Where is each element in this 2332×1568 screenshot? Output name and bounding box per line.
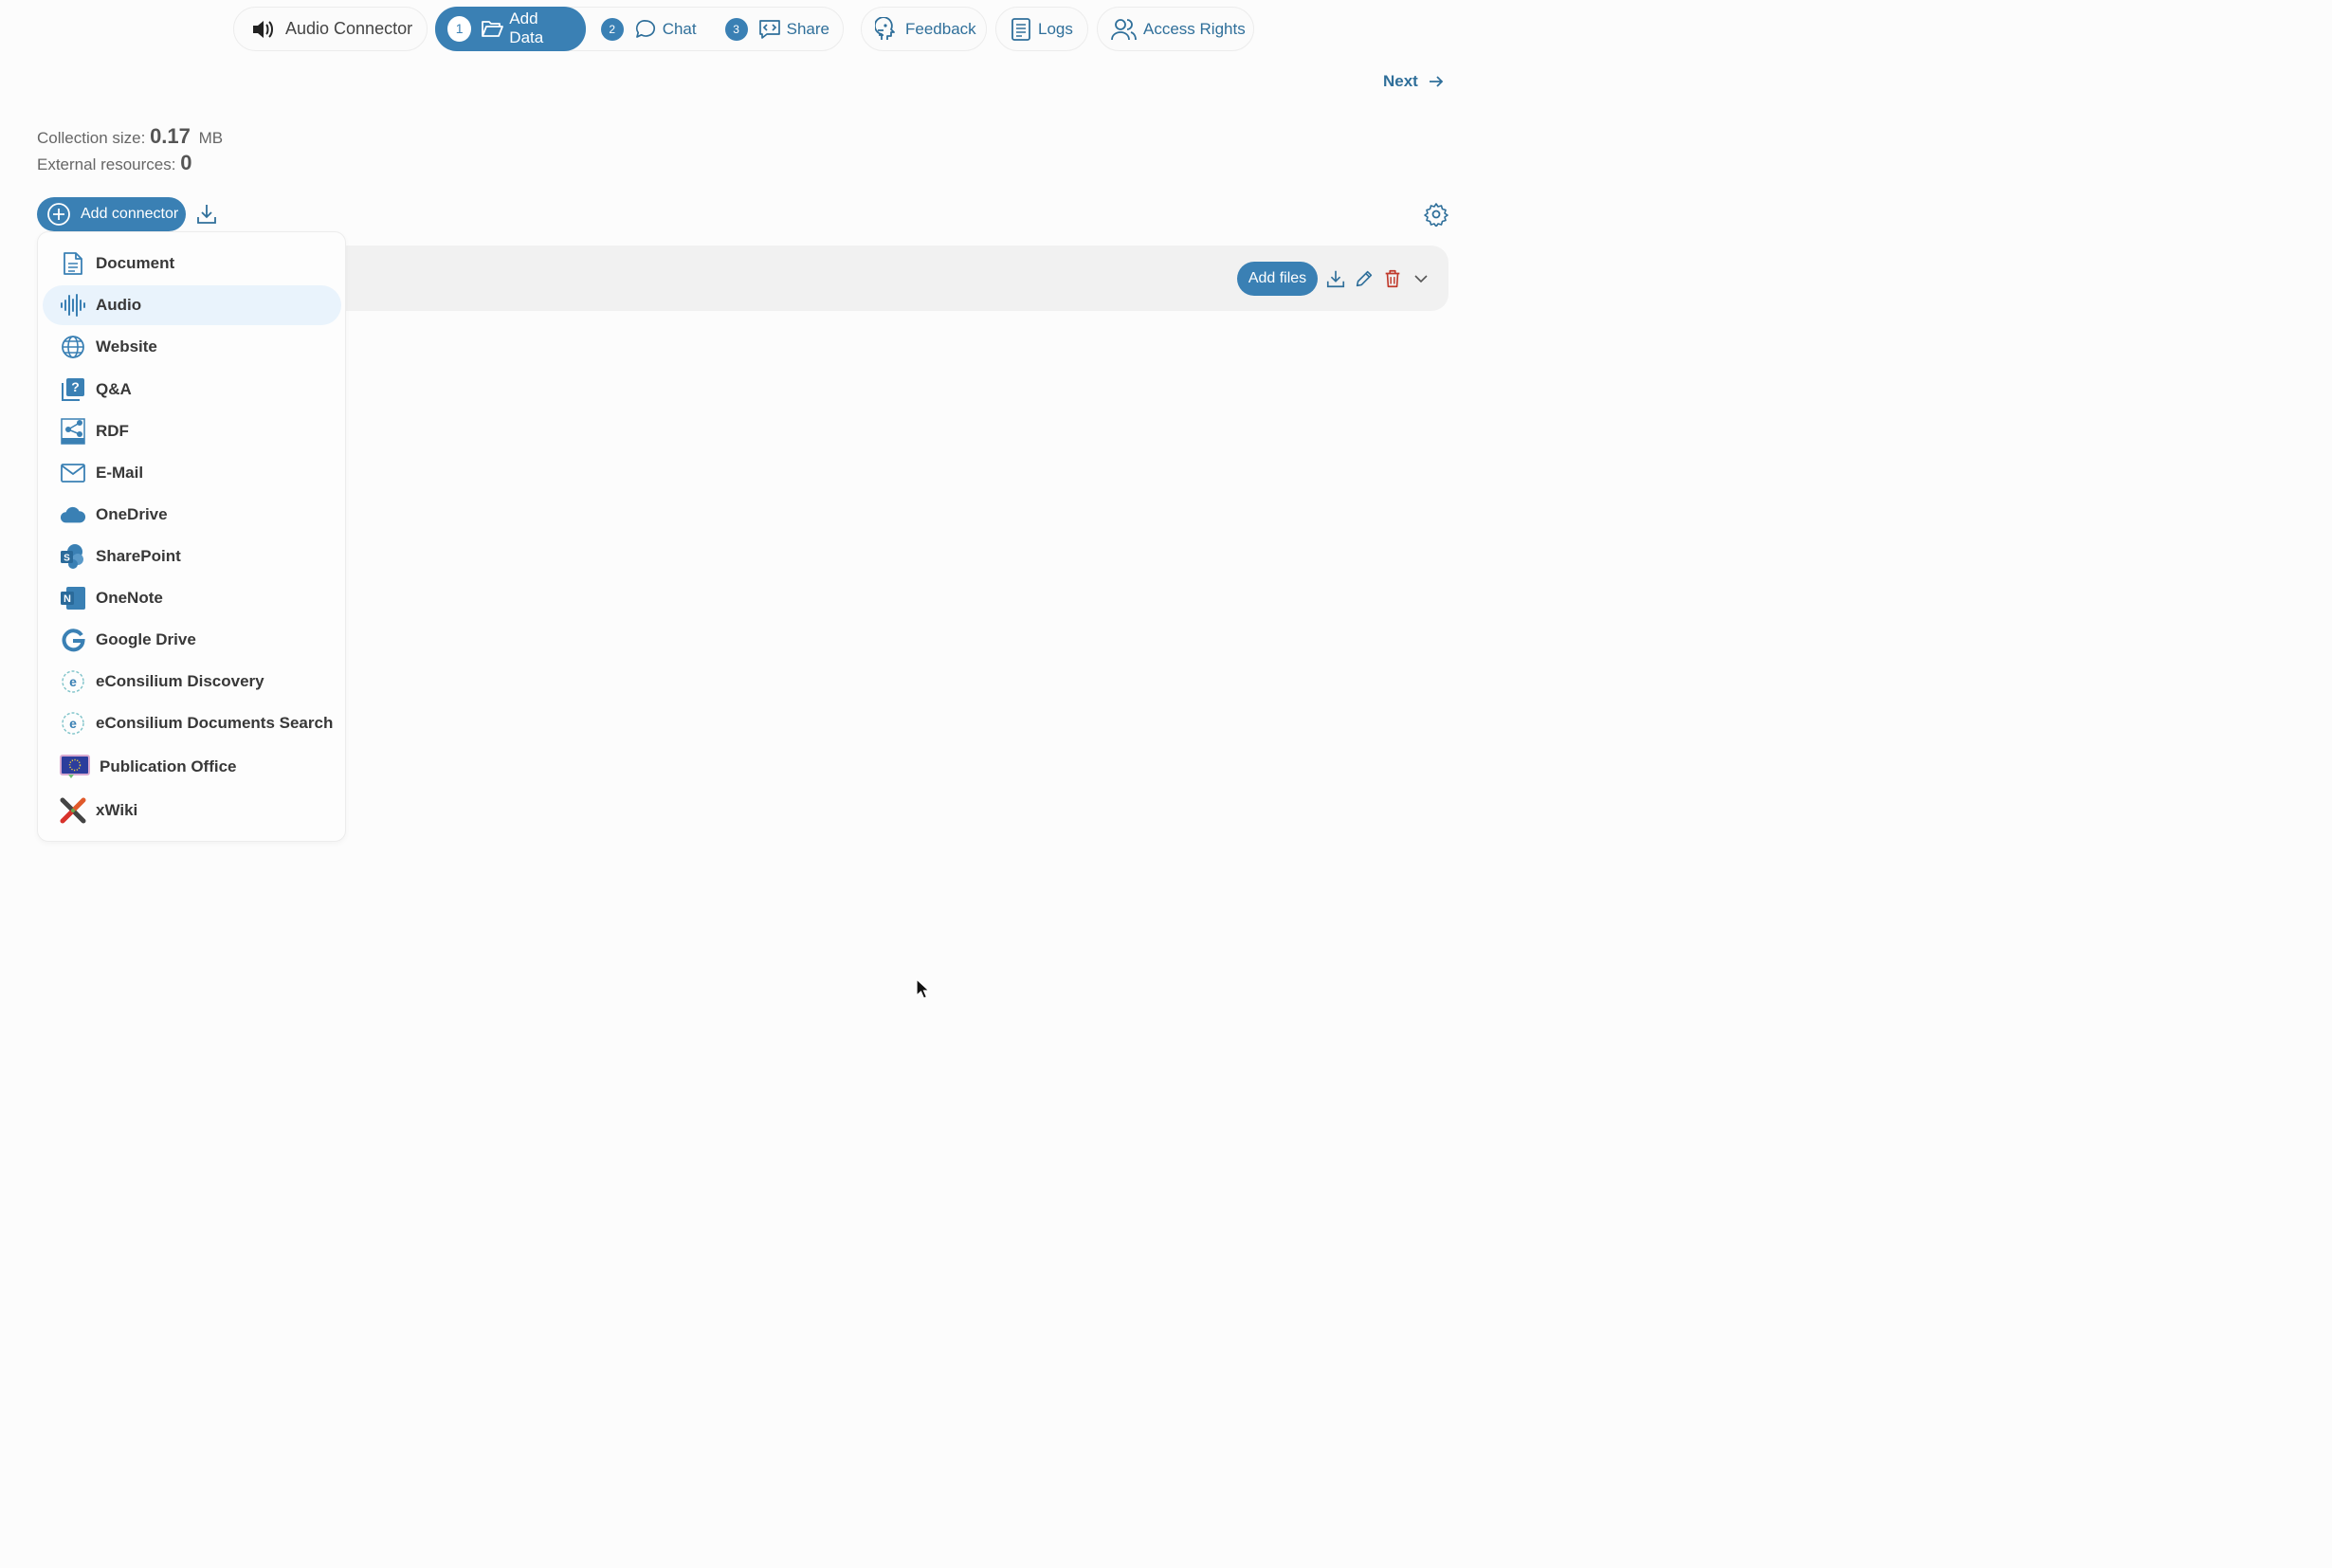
feedback-icon <box>875 16 900 42</box>
download-icon[interactable] <box>1325 268 1346 289</box>
menu-item-publication-office[interactable]: Publication Office <box>43 747 341 787</box>
access-rights-button[interactable]: Access Rights <box>1097 7 1254 51</box>
menu-item-label: Q&A <box>96 380 132 398</box>
menu-item-rdf[interactable]: RDF <box>43 411 341 451</box>
step-share[interactable]: 3 Share <box>712 8 843 50</box>
menu-item-google-drive[interactable]: Google Drive <box>43 620 341 660</box>
plus-circle-icon <box>46 202 71 227</box>
add-connector-button[interactable]: Add connector <box>37 197 186 231</box>
step-add-data[interactable]: 1 Add Data <box>435 6 586 51</box>
delete-trash-icon[interactable] <box>1382 268 1403 289</box>
next-link[interactable]: Next <box>1383 72 1445 91</box>
chevron-down-icon[interactable] <box>1412 268 1430 289</box>
audio-waveform-icon <box>60 292 86 319</box>
external-resources-value: 0 <box>180 151 192 174</box>
svg-text:?: ? <box>71 379 80 394</box>
external-resources-label: External resources: <box>37 155 176 173</box>
add-files-button[interactable]: Add files <box>1237 262 1318 296</box>
svg-text:N: N <box>64 593 71 605</box>
menu-item-label: Document <box>96 254 175 272</box>
code-share-icon <box>758 19 781 40</box>
onenote-icon: N <box>60 585 86 611</box>
arrow-right-icon <box>1428 74 1445 89</box>
menu-item-xwiki[interactable]: xWiki <box>43 791 341 830</box>
folder-open-icon <box>481 19 504 38</box>
globe-icon <box>60 334 86 360</box>
menu-item-label: eConsilium Discovery <box>96 672 264 690</box>
logs-label: Logs <box>1038 19 1073 38</box>
logs-icon <box>1010 17 1032 42</box>
access-rights-label: Access Rights <box>1143 19 1246 38</box>
menu-item-label: Audio <box>96 296 142 314</box>
google-g-icon <box>60 627 86 653</box>
step-navigation: 1 Add Data 2 Chat 3 Share <box>435 6 844 51</box>
feedback-button[interactable]: Feedback <box>861 7 987 51</box>
collection-size-label: Collection size: <box>37 129 146 147</box>
external-resources: External resources: 0 <box>37 151 223 177</box>
menu-item-onedrive[interactable]: OneDrive <box>43 495 341 535</box>
document-icon <box>60 250 86 277</box>
menu-item-label: Google Drive <box>96 630 196 648</box>
step-number: 1 <box>447 15 472 42</box>
question-icon: ? <box>60 376 86 403</box>
step-label: Chat <box>662 19 697 38</box>
econsilium-icon: e <box>60 668 86 695</box>
download-icon[interactable] <box>195 202 218 227</box>
app-title-pill: Audio Connector <box>233 7 428 51</box>
svg-text:e: e <box>69 716 77 731</box>
eu-flag-icon <box>60 754 90 780</box>
add-connector-label: Add connector <box>81 206 179 222</box>
collection-size: Collection size: 0.17 MB <box>37 124 223 151</box>
collection-stats: Collection size: 0.17 MB External resour… <box>37 124 223 177</box>
menu-item-label: OneNote <box>96 589 163 607</box>
step-number: 2 <box>600 17 624 41</box>
xwiki-icon <box>60 797 86 824</box>
users-icon <box>1111 17 1138 42</box>
menu-item-label: RDF <box>96 422 129 440</box>
mouse-cursor-icon <box>916 978 931 999</box>
menu-item-label: eConsilium Documents Search <box>96 714 334 732</box>
chat-bubble-icon <box>634 18 657 41</box>
menu-item-onenote[interactable]: N OneNote <box>43 578 341 618</box>
svg-text:e: e <box>69 674 77 689</box>
menu-item-label: OneDrive <box>96 505 168 523</box>
menu-item-label: xWiki <box>96 801 138 819</box>
menu-item-qa[interactable]: ? Q&A <box>43 370 341 410</box>
menu-item-sharepoint[interactable]: S SharePoint <box>43 537 341 576</box>
svg-text:S: S <box>64 554 70 564</box>
menu-item-document[interactable]: Document <box>43 244 341 283</box>
menu-item-label: SharePoint <box>96 547 181 565</box>
collection-size-value: 0.17 <box>150 124 191 148</box>
next-label: Next <box>1383 72 1418 90</box>
menu-item-email[interactable]: E-Mail <box>43 453 341 493</box>
menu-item-label: E-Mail <box>96 464 144 482</box>
collection-size-unit: MB <box>198 129 224 147</box>
sharepoint-icon: S <box>60 543 86 570</box>
cloud-icon <box>60 501 86 528</box>
step-label: Add Data <box>509 9 544 46</box>
speaker-icon <box>251 19 276 40</box>
econsilium-icon: e <box>60 710 86 737</box>
menu-item-website[interactable]: Website <box>43 327 341 367</box>
menu-item-label: Website <box>96 337 157 356</box>
settings-gear-icon[interactable] <box>1424 202 1448 227</box>
menu-item-econsilium-discovery[interactable]: e eConsilium Discovery <box>43 662 341 702</box>
menu-item-label: Publication Office <box>100 757 237 775</box>
rdf-icon <box>60 418 86 445</box>
add-files-label: Add files <box>1248 270 1307 286</box>
menu-item-econsilium-documents-search[interactable]: e eConsilium Documents Search <box>43 703 341 743</box>
step-number: 3 <box>724 17 748 41</box>
logs-button[interactable]: Logs <box>995 7 1088 51</box>
menu-item-audio[interactable]: Audio <box>43 285 341 325</box>
step-label: Share <box>786 19 829 38</box>
edit-pencil-icon[interactable] <box>1354 268 1375 289</box>
connector-menu: Document Audio Website ? Q&A RDF E-Mail <box>37 231 346 842</box>
mail-icon <box>60 460 86 486</box>
feedback-label: Feedback <box>905 19 976 38</box>
step-chat[interactable]: 2 Chat <box>588 8 710 50</box>
app-title: Audio Connector <box>285 19 413 38</box>
